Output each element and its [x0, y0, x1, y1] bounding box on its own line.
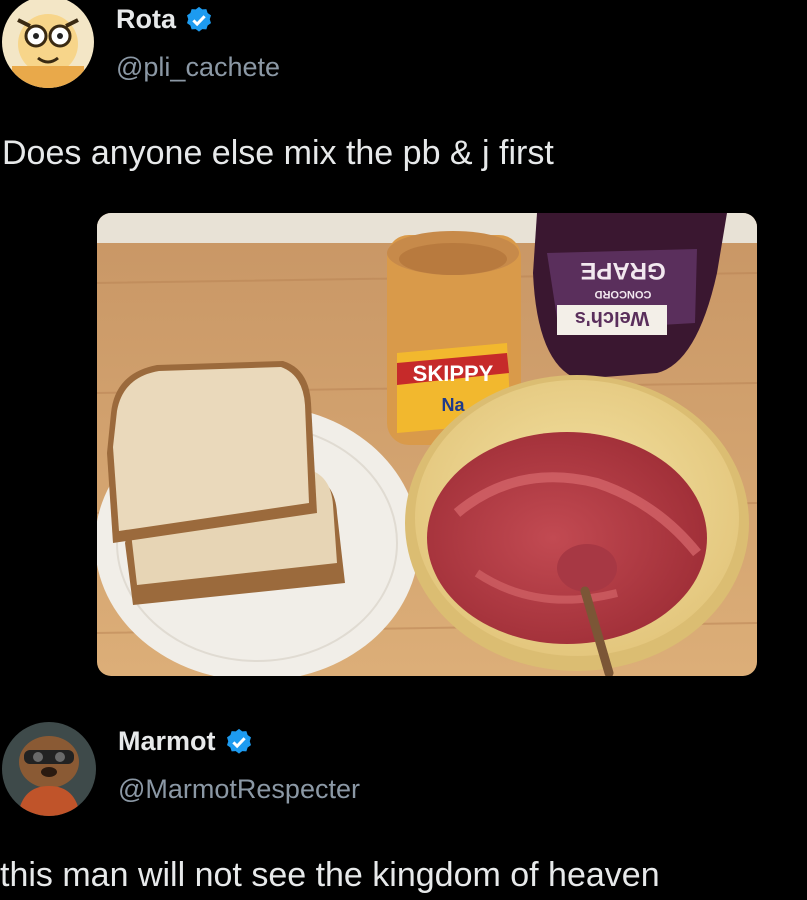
- author-name[interactable]: Rota: [116, 4, 214, 35]
- verified-badge-icon: [224, 727, 254, 757]
- reply-author-avatar[interactable]: [2, 722, 96, 816]
- reply-text: this man will not see the kingdom of hea…: [0, 856, 660, 894]
- author-name-text: Rota: [116, 4, 176, 34]
- svg-text:GRAPE: GRAPE: [580, 257, 665, 284]
- svg-text:CONCORD: CONCORD: [595, 288, 652, 300]
- reply-author-name[interactable]: Marmot: [118, 726, 254, 757]
- reply-author-name-text: Marmot: [118, 726, 216, 756]
- verified-badge-icon: [184, 5, 214, 35]
- bread-slices: [107, 361, 345, 605]
- post-text: Does anyone else mix the pb & j first: [2, 134, 554, 172]
- post-photo[interactable]: GRAPE CONCORD Welch's SKIPPY Na: [97, 213, 757, 676]
- mixing-bowl: [405, 375, 749, 676]
- svg-text:Welch's: Welch's: [575, 307, 649, 329]
- svg-text:SKIPPY: SKIPPY: [413, 361, 494, 386]
- reply-author-handle[interactable]: @MarmotRespecter: [118, 774, 360, 805]
- author-avatar[interactable]: [2, 0, 94, 88]
- svg-text:Na: Na: [441, 395, 465, 415]
- author-handle[interactable]: @pli_cachete: [116, 52, 280, 83]
